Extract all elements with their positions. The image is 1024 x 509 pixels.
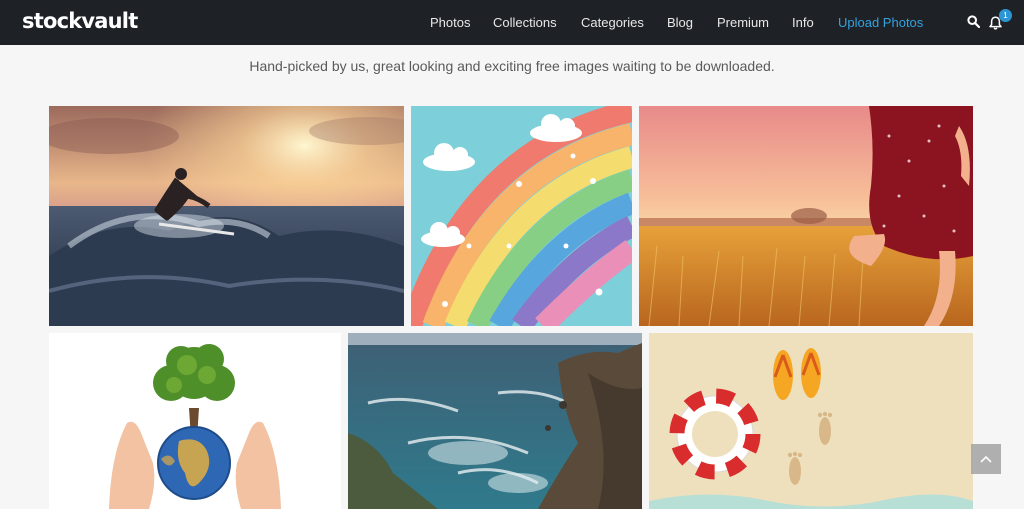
nav-categories[interactable]: Categories [581,15,644,30]
nav-info[interactable]: Info [792,15,814,30]
stockvault-logo[interactable]: stockvault [22,9,138,33]
golden-field-photo-image [639,106,973,326]
photo-tile-beach-illustration[interactable] [649,333,973,509]
nav-upload-photos[interactable]: Upload Photos [838,15,923,30]
top-navbar: stockvault Photos Collections Categories… [0,0,1024,45]
earth-tree-photo-image [49,333,341,509]
photo-tile-rainbow[interactable] [411,106,632,326]
nav-collections[interactable]: Collections [493,15,557,30]
photo-tile-coastline[interactable] [348,333,642,509]
search-icon[interactable] [967,15,980,28]
rainbow-illustration-image [411,106,632,326]
nav-blog[interactable]: Blog [667,15,693,30]
notification-badge: 1 [999,9,1012,22]
nav-photos[interactable]: Photos [430,15,470,30]
photo-tile-earth-tree[interactable] [49,333,341,509]
page-tagline: Hand-picked by us, great looking and exc… [249,58,775,74]
photo-tile-surfer[interactable] [49,106,404,326]
chevron-up-icon [980,455,992,463]
back-to-top-button[interactable] [971,444,1001,474]
surfer-photo-image [49,106,404,326]
nav-premium[interactable]: Premium [717,15,769,30]
coastline-photo-image [348,333,642,509]
beach-illustration-image [649,333,973,509]
photo-tile-golden-field[interactable] [639,106,973,326]
